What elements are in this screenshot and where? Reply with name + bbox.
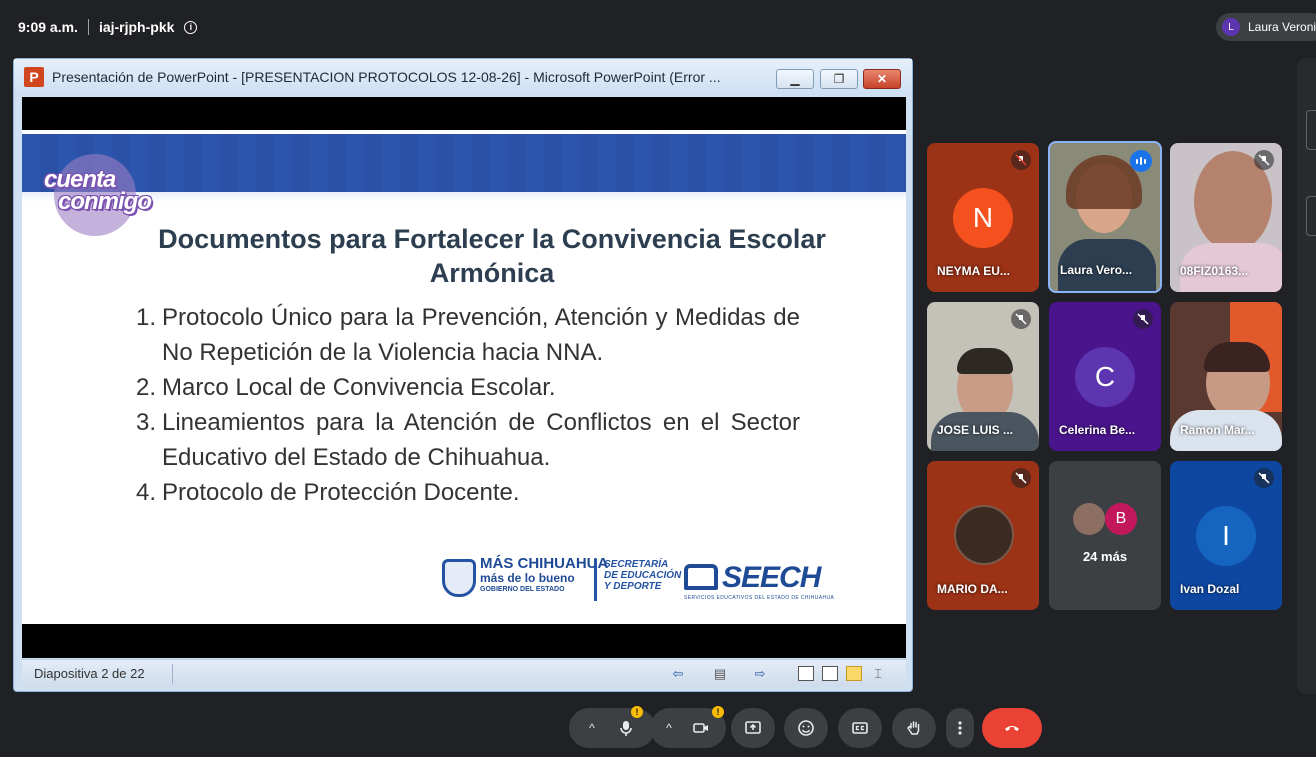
ppt-window-title: Presentación de PowerPoint - [PRESENTACI… (52, 69, 721, 85)
more-count: 24 más (1082, 549, 1128, 564)
logo-word: conmigo (58, 188, 152, 215)
hand-icon (907, 721, 920, 735)
list-item: 3. Lineamientos para la Atención de Confl… (136, 409, 800, 471)
participant-tile[interactable]: MARIO DA... (927, 461, 1039, 610)
participant-tile[interactable]: 08FIZ0163... (1170, 143, 1282, 292)
mic-icon[interactable] (617, 719, 635, 737)
raise-hand-button[interactable] (892, 708, 936, 748)
camera-control: ^ ! (650, 706, 726, 748)
participant-name: MARIO DA... (937, 582, 1008, 596)
avatar: B (1105, 503, 1137, 535)
maximize-button[interactable]: ❐ (820, 69, 858, 89)
chevron-up-icon[interactable]: ^ (589, 721, 595, 735)
previous-slide-icon[interactable]: ⇦ (670, 666, 686, 682)
avatar: L (1222, 18, 1240, 36)
institution-logos: MÁS CHIHUAHUA más de lo bueno GOBIERNO D… (442, 555, 842, 603)
ppt-title-bar[interactable]: P Presentación de PowerPoint - [PRESENTA… (14, 59, 912, 95)
seech-logo: SEECH (684, 561, 821, 595)
cuenta-conmigo-logo: cuenta conmigo (44, 152, 160, 236)
meeting-time: 9:09 a.m. (18, 19, 78, 35)
reactions-button[interactable] (784, 708, 828, 748)
meeting-code: iaj-rjph-pkk (98, 19, 175, 35)
participant-name: Ivan Dozal (1180, 582, 1240, 596)
participant-name: Ramon Mar... (1180, 423, 1255, 437)
meet-window: 9:09 a.m. iaj-rjph-pkk i L Laura Veroni … (0, 0, 1316, 757)
list-item: 1. Protocolo Único para la Prevención, At… (136, 304, 800, 366)
participant-tile[interactable]: I Ivan Dozal (1170, 461, 1282, 610)
slide-counter: Diapositiva 2 de 22 (34, 666, 145, 681)
avatar (1073, 503, 1105, 535)
warning-icon: ! (631, 706, 643, 718)
side-panel-edge (1297, 58, 1316, 694)
slide-viewport: cuenta conmigo Documentos para Fortalece… (22, 97, 906, 658)
present-icon (745, 721, 761, 734)
participant-name: 08FIZ0163... (1180, 264, 1249, 278)
emoji-icon (798, 720, 814, 736)
participant-tile[interactable]: Laura Vero... (1048, 141, 1162, 293)
camera-icon[interactable] (692, 719, 710, 737)
mic-off-icon (1011, 468, 1031, 488)
participant-tile[interactable]: JOSE LUIS ... (927, 302, 1039, 451)
warning-icon: ! (712, 706, 724, 718)
avatar: C (1075, 347, 1135, 407)
avatar (954, 505, 1014, 565)
mas-chihuahua-logo: MÁS CHIHUAHUA más de lo bueno GOBIERNO D… (480, 555, 609, 593)
panel-tab[interactable] (1306, 196, 1316, 236)
divider (87, 19, 89, 35)
list-item: 4. Protocolo de Protección Docente. (136, 479, 520, 506)
participant-tile[interactable]: C Celerina Be... (1049, 302, 1161, 451)
logo-divider (594, 559, 597, 601)
more-options-button[interactable] (946, 708, 974, 748)
participant-name: NEYMA EU... (937, 264, 1010, 278)
chevron-up-icon[interactable]: ^ (666, 721, 672, 735)
avatar: N (953, 188, 1013, 248)
meeting-info-bar: 9:09 a.m. iaj-rjph-pkk i (18, 17, 198, 37)
mic-off-icon (1133, 309, 1153, 329)
sorter-view-icon[interactable] (822, 666, 838, 681)
hangup-icon (1005, 726, 1019, 731)
panel-tab[interactable] (1306, 110, 1316, 150)
ppt-status-bar: Diapositiva 2 de 22 ⇦ ▤ ⇨ ⌶ (22, 659, 906, 687)
powerpoint-icon: P (24, 67, 44, 87)
avatar: I (1196, 506, 1256, 566)
participant-name: Celerina Be... (1059, 423, 1136, 437)
captions-button[interactable] (838, 708, 882, 748)
participant-name: Laura Vero... (1060, 263, 1133, 277)
mic-control: ^ ! (569, 706, 655, 748)
minimize-button[interactable]: ▁ (776, 69, 814, 89)
mic-off-icon (1011, 150, 1031, 170)
slide-menu-icon[interactable]: ▤ (712, 666, 728, 682)
reading-view-icon[interactable] (846, 666, 862, 681)
next-slide-icon[interactable]: ⇨ (752, 666, 768, 682)
presenter-chip[interactable]: L Laura Veroni (1216, 13, 1316, 41)
powerpoint-window: P Presentación de PowerPoint - [PRESENTA… (13, 58, 913, 692)
speaking-indicator-icon (1130, 150, 1152, 172)
slideshow-icon[interactable]: ⌶ (870, 666, 886, 682)
present-screen-button[interactable] (731, 708, 775, 748)
mic-off-icon (1254, 150, 1274, 170)
slide-title: Documentos para Fortalecer la Convivenci… (158, 224, 826, 288)
close-button[interactable]: ✕ (863, 69, 901, 89)
more-participants-tile[interactable]: B 24 más (1049, 461, 1161, 610)
secretaria-logo: SECRETARÍA DE EDUCACIÓN Y DEPORTE (604, 559, 682, 592)
list-item: 2. Marco Local de Convivencia Escolar. (136, 374, 556, 401)
slide-list: 1. Protocolo Único para la Prevención, At… (136, 300, 800, 510)
participant-name: JOSE LUIS ... (937, 423, 1014, 437)
participant-tile[interactable]: Ramon Mar... (1170, 302, 1282, 451)
shield-icon (442, 559, 476, 597)
more-vert-icon (958, 721, 962, 735)
slide: cuenta conmigo Documentos para Fortalece… (22, 130, 906, 624)
mic-off-icon (1011, 309, 1031, 329)
seech-subtitle: SERVICIOS EDUCATIVOS DEL ESTADO DE CHIHU… (684, 595, 835, 601)
participant-tile[interactable]: N NEYMA EU... (927, 143, 1039, 292)
presenter-name: Laura Veroni (1248, 20, 1316, 34)
book-icon (684, 564, 718, 590)
normal-view-icon[interactable] (798, 666, 814, 681)
info-icon[interactable]: i (184, 20, 198, 34)
mic-off-icon (1254, 468, 1274, 488)
captions-icon (852, 722, 868, 734)
leave-call-button[interactable] (982, 708, 1042, 748)
